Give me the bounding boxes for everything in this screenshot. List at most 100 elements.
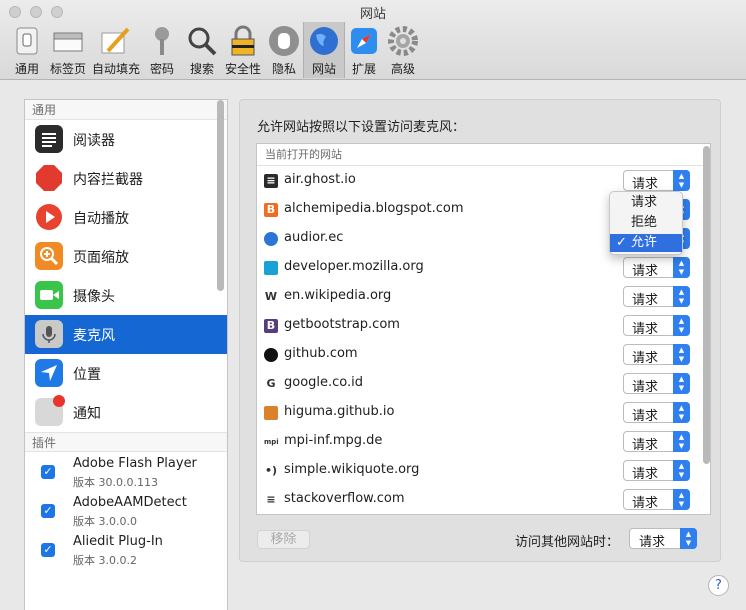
table-row[interactable]: github.com 请求 ▲ ▼	[257, 340, 710, 369]
sidebar-section-plugins: 插件	[25, 432, 227, 452]
globe-icon	[310, 27, 338, 55]
permission-value: 请求	[632, 351, 659, 366]
plugin-item[interactable]: ✓ Adobe Flash Player 版本 30.0.0.113	[25, 452, 227, 491]
plugin-item[interactable]: ✓ Aliedit Plug-In 版本 3.0.0.2	[25, 530, 227, 569]
menu-item-ask[interactable]: 请求	[610, 194, 682, 212]
permission-popup[interactable]: 请求 ▲▼	[623, 460, 690, 482]
chevron-updown-icon: ▲▼	[673, 170, 690, 191]
permission-value: 请求	[632, 177, 659, 192]
chevron-updown-icon: ▲▼	[673, 286, 690, 307]
table-row[interactable]: Bgetbootstrap.com 请求 ▲ ▼	[257, 311, 710, 340]
site-name: alchemipedia.blogspot.com	[284, 201, 464, 216]
microphone-icon	[35, 320, 63, 348]
site-name: en.wikipedia.org	[284, 288, 392, 303]
site-name: github.com	[284, 346, 358, 361]
site-name: air.ghost.io	[284, 172, 356, 187]
permission-popup[interactable]: 请求 ▲▼	[623, 315, 690, 337]
permission-popup[interactable]: 请求 ▲▼	[623, 344, 690, 366]
site-name: developer.mozilla.org	[284, 259, 424, 274]
mpi-icon: mpi	[264, 435, 279, 449]
chevron-updown-icon: ▲▼	[673, 315, 690, 336]
permission-value: 请求	[632, 496, 659, 511]
sidebar-scrollbar[interactable]	[217, 100, 224, 291]
permission-popup[interactable]: 请求 ▲▼	[623, 489, 690, 511]
table-row[interactable]: Wen.wikipedia.org 请求 ▲ ▼	[257, 282, 710, 311]
magnifier-icon	[188, 27, 217, 56]
bootstrap-icon: B	[264, 319, 278, 333]
notification-icon	[35, 395, 65, 426]
permission-value: 请求	[632, 467, 659, 482]
plugin-enabled-checkbox[interactable]: ✓	[41, 504, 55, 518]
gear-icon	[388, 26, 418, 56]
permission-popup[interactable]: 请求 ▲▼	[623, 286, 690, 308]
permission-popup[interactable]: 请求 ▲▼	[623, 402, 690, 424]
tab-websites[interactable]: 网站	[303, 22, 345, 78]
stackoverflow-icon: ≡	[264, 493, 278, 507]
tab-general[interactable]: 通用	[8, 22, 46, 78]
site-name: audior.ec	[284, 230, 344, 245]
permission-popup[interactable]: 请求 ▲▼	[623, 373, 690, 395]
table-row[interactable]: developer.mozilla.org 请求 ▲ ▼	[257, 253, 710, 282]
menu-item-deny[interactable]: 拒绝	[610, 214, 682, 232]
ghost-icon: ≡	[264, 174, 278, 188]
other-sites-popup[interactable]: 请求 ▲ ▼	[629, 528, 697, 550]
tab-tabs[interactable]: 标签页	[48, 22, 88, 78]
location-icon	[35, 359, 63, 387]
site-name: google.co.id	[284, 375, 364, 390]
sidebar-item-content-blockers[interactable]: 内容拦截器	[25, 159, 227, 198]
site-name: stackoverflow.com	[284, 491, 405, 506]
stop-icon	[35, 164, 63, 192]
tab-extensions[interactable]: 扩展	[347, 22, 381, 78]
chevron-updown-icon: ▲▼	[673, 431, 690, 452]
tab-privacy[interactable]: 隐私	[267, 22, 301, 78]
table-row[interactable]: ≡ stackoverflow.com 请求 ▲ ▼	[257, 485, 710, 514]
plugin-enabled-checkbox[interactable]: ✓	[41, 465, 55, 479]
lock-icon	[231, 25, 255, 56]
table-row[interactable]: higuma.github.io 请求 ▲ ▼	[257, 398, 710, 427]
permission-value: 请求	[632, 293, 659, 308]
checkmark-icon: ✓	[616, 235, 627, 250]
tab-advanced[interactable]: 高级	[386, 22, 420, 78]
wikiquote-icon: •)	[264, 464, 278, 478]
tab-search[interactable]: 搜索	[185, 22, 219, 78]
permission-popup[interactable]: 请求 ▲▼	[623, 257, 690, 279]
sidebar-item-page-zoom[interactable]: 页面缩放	[25, 237, 227, 276]
reader-icon	[35, 125, 63, 153]
table-row[interactable]: •) simple.wikiquote.org 请求 ▲ ▼	[257, 456, 710, 485]
chevron-updown-icon: ▲▼	[680, 528, 697, 549]
sidebar-item-reader[interactable]: 阅读器	[25, 120, 227, 159]
settings-sidebar: 通用 阅读器 内容拦截器 自动播放 页面缩放 摄像头 麦克风 位置 通知 插件 …	[24, 99, 228, 610]
table-header: 当前打开的网站	[257, 144, 710, 166]
help-button[interactable]: ?	[708, 575, 729, 596]
remove-button[interactable]: 移除	[257, 530, 310, 549]
permission-popup[interactable]: 请求 ▲▼	[623, 170, 690, 192]
plugin-enabled-checkbox[interactable]: ✓	[41, 543, 55, 557]
permission-popup[interactable]: 请求 ▲▼	[623, 431, 690, 453]
table-scrollbar[interactable]	[703, 146, 710, 464]
sidebar-item-autoplay[interactable]: 自动播放	[25, 198, 227, 237]
other-sites-label: 访问其他网站时：	[515, 535, 620, 550]
site-name: getbootstrap.com	[284, 317, 400, 332]
site-name: higuma.github.io	[284, 404, 395, 419]
chevron-updown-icon: ▲▼	[673, 460, 690, 481]
play-icon	[35, 203, 63, 231]
tab-passwords[interactable]: 密码	[145, 22, 179, 78]
table-row[interactable]: mpi mpi-inf.mpg.de 请求 ▲ ▼	[257, 427, 710, 456]
sidebar-item-location[interactable]: 位置	[25, 354, 227, 393]
chevron-updown-icon: ▲▼	[673, 257, 690, 278]
tab-security[interactable]: 安全性	[222, 22, 264, 78]
sidebar-item-notifications[interactable]: 通知	[25, 393, 227, 432]
tab-autofill[interactable]: 自动填充	[90, 22, 142, 78]
camera-icon	[35, 281, 63, 309]
sidebar-item-microphone[interactable]: 麦克风	[25, 315, 227, 354]
table-row[interactable]: Ggoogle.co.id 请求 ▲ ▼	[257, 369, 710, 398]
globe-icon	[264, 232, 278, 246]
site-name: mpi-inf.mpg.de	[284, 433, 383, 448]
permission-value: 请求	[632, 264, 659, 279]
key-icon	[155, 27, 169, 55]
wikipedia-icon: W	[264, 290, 278, 304]
sidebar-item-camera[interactable]: 摄像头	[25, 276, 227, 315]
plugin-item[interactable]: ✓ AdobeAAMDetect 版本 3.0.0.0	[25, 491, 227, 530]
menu-item-allow[interactable]: ✓ 允许	[610, 234, 682, 252]
permission-value: 请求	[632, 380, 659, 395]
